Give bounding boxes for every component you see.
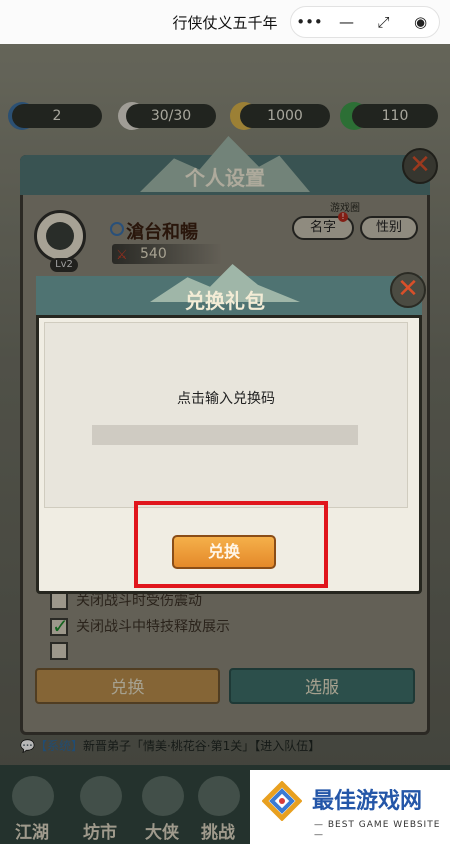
minimize-icon[interactable]: — [328,13,365,31]
redeem-prompt: 点击输入兑换码 [177,391,275,407]
redeem-code-input[interactable] [92,425,358,445]
redeem-dialog-title: 兑换礼包 [185,289,265,313]
watermark-subtitle: — BEST GAME WEBSITE — [314,820,441,840]
redeem-inner-panel [44,322,408,508]
close-target-icon[interactable]: ◉ [402,13,439,31]
watermark-title: 最佳游戏网 [312,789,423,814]
redeem-dialog-close-button[interactable]: ✕ [390,272,426,308]
highlight-annotation-box [134,501,328,588]
restore-icon[interactable]: ⤢ [365,13,402,31]
more-icon[interactable]: ••• [291,13,328,31]
watermark-logo-icon [262,781,302,821]
capsule-menu: ••• — ⤢ ◉ [290,6,440,38]
app-title: 行侠仗义五千年 [172,14,278,32]
